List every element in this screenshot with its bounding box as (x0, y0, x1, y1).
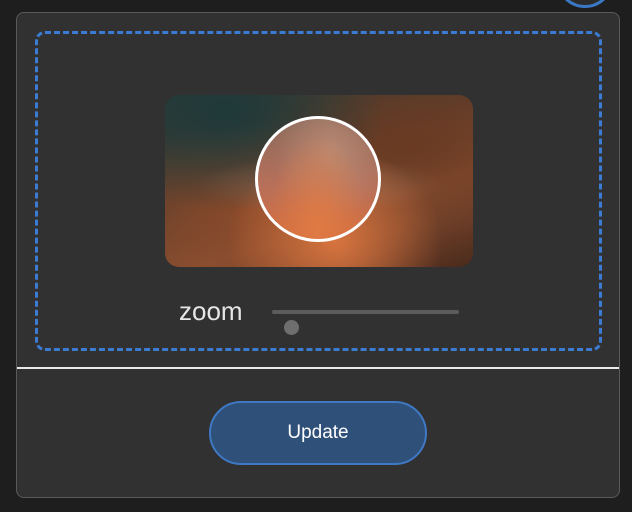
zoom-label: zoom (179, 296, 243, 326)
image-crop-dialog: zoom Update (16, 12, 620, 498)
crop-circle-handle[interactable] (255, 116, 381, 242)
zoom-slider-track[interactable] (272, 310, 459, 335)
zoom-control: zoom (179, 294, 479, 335)
zoom-slider-thumb[interactable] (283, 320, 299, 335)
section-divider (17, 367, 619, 369)
update-button[interactable]: Update (209, 401, 427, 465)
image-dropzone[interactable]: zoom (35, 31, 602, 351)
avatar[interactable] (556, 0, 614, 8)
image-preview[interactable] (165, 95, 473, 267)
